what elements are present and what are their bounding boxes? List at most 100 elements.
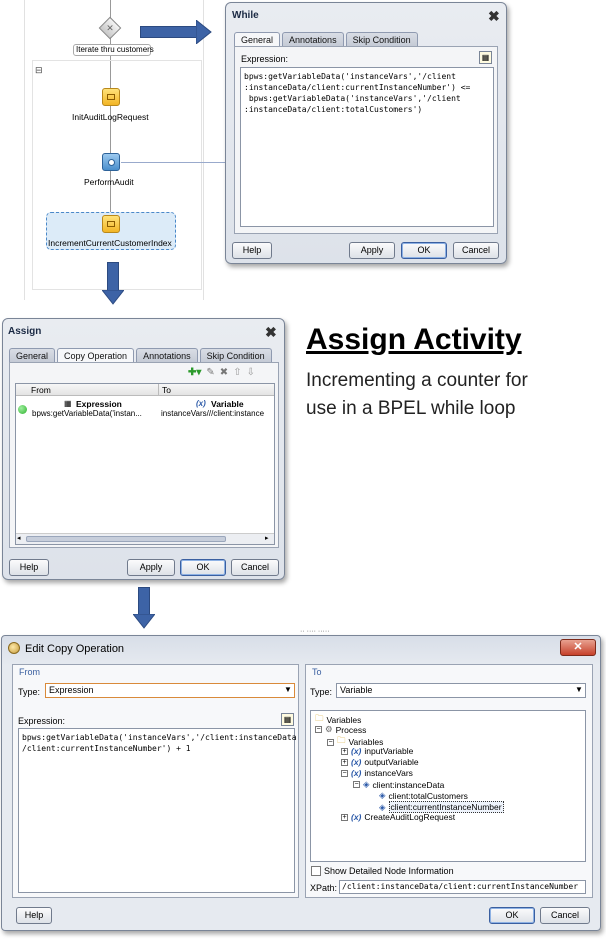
edit-copy-title: Edit Copy Operation xyxy=(25,643,125,655)
chevron-down-icon[interactable]: ▼ xyxy=(284,685,292,694)
tree-item[interactable]: − ◈ client:instanceData xyxy=(353,779,444,790)
ok-button[interactable]: OK xyxy=(401,242,447,259)
col-divider xyxy=(158,384,159,396)
activity-label-increment[interactable]: IncrementCurrentCustomerIndex xyxy=(48,238,172,248)
tab-skip-condition[interactable]: Skip Condition xyxy=(345,32,418,47)
collapse-icon[interactable]: − xyxy=(315,726,322,733)
expand-icon[interactable]: + xyxy=(341,758,348,766)
arrow-down-shaft-2 xyxy=(138,587,150,615)
arrow-down-head-2 xyxy=(133,614,155,629)
element-icon: ◈ xyxy=(379,801,386,812)
edit-copy-dialog: Edit Copy Operation ✕ From Type: Express… xyxy=(1,635,601,931)
tab-annotations[interactable]: Annotations xyxy=(136,348,198,363)
help-button[interactable]: Help xyxy=(232,242,272,259)
variable-icon: (x) xyxy=(351,768,362,778)
add-icon[interactable]: ✚▾ xyxy=(188,367,201,378)
table-header: From To xyxy=(16,384,274,396)
table-row[interactable]: ▦ Expression bpws:getVariableData('insta… xyxy=(16,397,274,421)
tree-item[interactable]: − (x) instanceVars xyxy=(341,768,413,778)
expand-icon[interactable]: + xyxy=(341,747,348,755)
to-panel: To Type: Variable ▼ 🗀 Variables − ⚙ Process… xyxy=(305,664,593,898)
tab-copy-operation[interactable]: Copy Operation xyxy=(57,348,135,363)
tree-item[interactable]: − ⚙ Process xyxy=(315,724,366,735)
scroll-left-icon[interactable]: ◂ xyxy=(17,534,21,542)
expression-builder-icon[interactable]: ▦ xyxy=(281,713,294,726)
cancel-button[interactable]: Cancel xyxy=(231,559,279,576)
delete-icon[interactable]: ✖ xyxy=(220,367,228,378)
collapse-icon[interactable]: − xyxy=(327,738,334,746)
from-type-select[interactable]: Expression ▼ xyxy=(45,683,295,698)
collapse-icon[interactable]: − xyxy=(353,781,360,788)
app-icon xyxy=(8,642,20,654)
behind-text: ·· ···· ····· xyxy=(300,628,330,635)
xpath-field[interactable]: /client:instanceData/client:currentInsta… xyxy=(339,880,586,894)
element-icon: ◈ xyxy=(379,790,386,800)
scroll-right-icon[interactable]: ▸ xyxy=(265,534,269,542)
move-down-icon[interactable]: ⇩ xyxy=(247,367,255,378)
while-tabs: General Annotations Skip Condition xyxy=(234,32,418,47)
while-cross-icon: ✕ xyxy=(106,23,114,33)
to-type-select[interactable]: Variable ▼ xyxy=(336,683,586,698)
expression-textarea[interactable]: bpws:getVariableData('instanceVars','/cl… xyxy=(18,728,297,893)
copy-toolbar: ✚▾ ✎ ✖ ⇧ ⇩ xyxy=(188,367,255,378)
while-dialog-title: While xyxy=(232,10,259,21)
horizontal-scrollbar[interactable]: ◂ ▸ xyxy=(16,533,274,544)
expression-icon: ▦ xyxy=(64,399,72,408)
row-to-type: Variable xyxy=(211,399,244,409)
apply-button[interactable]: Apply xyxy=(127,559,175,576)
move-up-icon[interactable]: ⇧ xyxy=(233,367,241,378)
to-type-label: Type: xyxy=(310,687,333,697)
tab-annotations[interactable]: Annotations xyxy=(282,32,344,47)
partner-link-line xyxy=(121,162,226,163)
tree-item[interactable]: ◈ client:totalCustomers xyxy=(379,790,468,801)
assign-dialog: Assign ✖ General Copy Operation Annotati… xyxy=(2,318,285,580)
to-label: To xyxy=(312,667,322,677)
caption-title: Assign Activity xyxy=(306,323,522,356)
collapse-toggle[interactable]: ⊟ xyxy=(35,66,44,75)
copy-operation-panel: ✚▾ ✎ ✖ ⇧ ⇩ From To ▦ Expression bpws:get… xyxy=(9,362,279,548)
status-ok-icon xyxy=(18,405,27,414)
arrow-down-shaft-1 xyxy=(107,262,119,292)
copy-table: From To ▦ Expression bpws:getVariableDat… xyxy=(15,383,275,545)
ok-button[interactable]: OK xyxy=(489,907,535,924)
invoke-icon[interactable] xyxy=(102,153,120,171)
tab-general[interactable]: General xyxy=(9,348,56,363)
close-icon[interactable]: ✖ xyxy=(265,325,277,339)
assign-icon-selected[interactable] xyxy=(102,215,120,233)
arrow-right-shaft xyxy=(140,26,198,38)
cancel-button[interactable]: Cancel xyxy=(540,907,590,924)
tree-item[interactable]: + (x) CreateAuditLogRequest xyxy=(341,812,455,822)
activity-label-init[interactable]: InitAuditLogRequest xyxy=(72,112,149,122)
tree-item[interactable]: + (x) inputVariable xyxy=(341,746,413,756)
collapse-icon[interactable]: − xyxy=(341,769,348,777)
edit-icon[interactable]: ✎ xyxy=(206,367,214,378)
close-icon[interactable]: ✖ xyxy=(488,9,500,23)
col-to-header[interactable]: To xyxy=(162,385,171,395)
tab-skip-condition[interactable]: Skip Condition xyxy=(199,348,272,363)
col-from-header[interactable]: From xyxy=(31,385,51,395)
cancel-button[interactable]: Cancel xyxy=(453,242,499,259)
expression-label: Expression: xyxy=(241,54,289,64)
row-from-value: bpws:getVariableData('instan... xyxy=(32,409,142,418)
expand-icon[interactable]: + xyxy=(341,813,348,821)
chevron-down-icon[interactable]: ▼ xyxy=(575,685,583,694)
assign-icon[interactable] xyxy=(102,88,120,106)
scroll-thumb[interactable] xyxy=(26,536,226,542)
help-button[interactable]: Help xyxy=(9,559,49,576)
expression-builder-icon[interactable]: ▦ xyxy=(479,51,492,64)
apply-button[interactable]: Apply xyxy=(349,242,395,259)
help-button[interactable]: Help xyxy=(16,907,52,924)
show-detailed-label: Show Detailed Node Information xyxy=(324,866,454,876)
ok-button[interactable]: OK xyxy=(180,559,226,576)
xpath-label: XPath: xyxy=(310,883,338,893)
variable-icon: (x) xyxy=(351,757,362,767)
tree-item[interactable]: + (x) outputVariable xyxy=(341,757,419,767)
close-button[interactable]: ✕ xyxy=(560,639,596,656)
while-activity-label[interactable]: Iterate thru customers xyxy=(73,44,154,56)
assign-tabs: General Copy Operation Annotations Skip … xyxy=(9,348,272,363)
tab-general[interactable]: General xyxy=(234,32,281,47)
activity-label-perform[interactable]: PerformAudit xyxy=(84,177,134,187)
show-detailed-checkbox[interactable] xyxy=(311,866,321,876)
from-label: From xyxy=(19,667,40,677)
expression-textarea[interactable]: bpws:getVariableData('instanceVars','/cl… xyxy=(240,67,494,227)
